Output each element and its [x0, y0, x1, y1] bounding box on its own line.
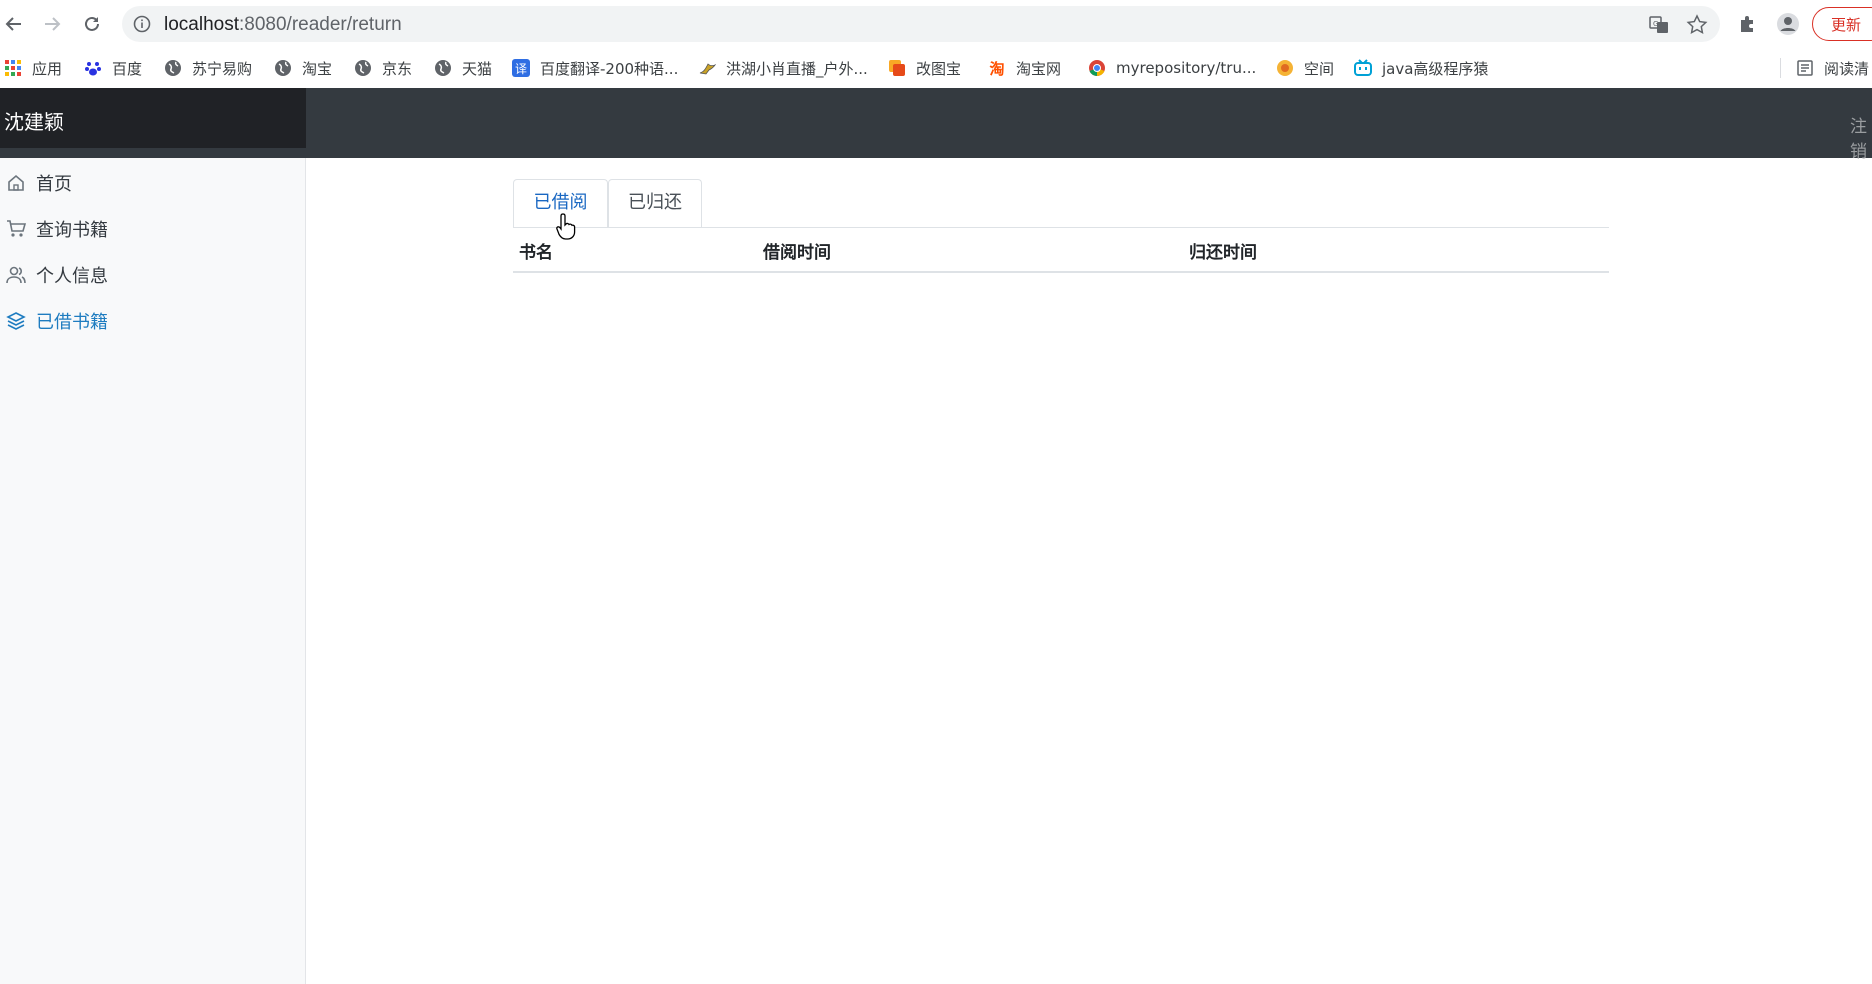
- bookmark-label: 淘宝: [302, 59, 333, 78]
- apps-grid-icon: [4, 59, 22, 77]
- bookmark-label: 空间: [1304, 59, 1335, 78]
- url-path: :8080/reader/return: [239, 14, 402, 35]
- bookmark-label: 百度: [112, 59, 143, 78]
- bookmark-label: myrepository/tru...: [1116, 59, 1257, 77]
- svg-text:译: 译: [515, 62, 527, 76]
- bookmark-label: 天猫: [462, 59, 493, 78]
- bookmark-label: 阅读清: [1824, 59, 1870, 78]
- bookmarks-divider: [1780, 58, 1781, 78]
- bookmark-label: 百度翻译-200种语...: [540, 59, 679, 78]
- bird-icon: [698, 59, 716, 77]
- bookmark-gaitubao[interactable]: 改图宝: [888, 48, 961, 88]
- bookmark-tmall[interactable]: 天猫: [434, 48, 492, 88]
- bookmarks-bar: 应用 百度 苏宁易购 淘宝 京东 天猫 译百度翻译-200种语... 洪湖小肖直…: [0, 48, 1872, 88]
- url-text[interactable]: localhost:8080/reader/return: [164, 14, 402, 36]
- sidebar-item-label: 个人信息: [36, 266, 108, 287]
- update-button[interactable]: 更新: [1812, 7, 1872, 41]
- bookmark-label: 改图宝: [916, 59, 962, 78]
- app-top-navbar: 注销: [306, 88, 1872, 162]
- profile-avatar-icon[interactable]: [1776, 12, 1800, 36]
- bookmark-label: 苏宁易购: [192, 59, 253, 78]
- bilibili-icon: [1354, 59, 1372, 77]
- translate-page-icon[interactable]: G: [1648, 14, 1670, 36]
- bookmark-taobao-net[interactable]: 淘淘宝网: [988, 48, 1061, 88]
- column-header-book-name: 书名: [513, 228, 757, 273]
- bookmark-qzone[interactable]: 空间: [1276, 48, 1334, 88]
- taobao-icon: 淘: [989, 59, 1005, 78]
- sidebar: 首页 查询书籍 个人信息 已借书籍: [0, 158, 306, 984]
- sidebar-item-borrowed-books[interactable]: 已借书籍: [0, 301, 108, 341]
- sidebar-item-profile[interactable]: 个人信息: [0, 255, 108, 295]
- translate-icon: 译: [512, 59, 530, 77]
- bookmark-taobao[interactable]: 淘宝: [274, 48, 332, 88]
- tab-returned[interactable]: 已归还: [608, 179, 702, 227]
- site-info-icon[interactable]: [132, 14, 152, 34]
- reading-list[interactable]: 阅读清: [1796, 48, 1869, 88]
- sidebar-item-label: 查询书籍: [36, 220, 108, 241]
- browser-toolbar: localhost:8080/reader/return G 更新: [0, 0, 1872, 48]
- bookmark-label: 京东: [382, 59, 413, 78]
- users-icon: [6, 266, 26, 284]
- globe-icon: [164, 59, 182, 77]
- globe-icon: [354, 59, 372, 77]
- home-icon: [8, 174, 24, 191]
- globe-icon: [434, 59, 452, 77]
- address-bar[interactable]: localhost:8080/reader/return G: [122, 6, 1720, 42]
- logout-link[interactable]: 注销: [1850, 112, 1872, 162]
- bookmark-baidu-translate[interactable]: 译百度翻译-200种语...: [512, 48, 678, 88]
- bookmark-label: 洪湖小肖直播_户外...: [726, 59, 868, 78]
- brand-user-name[interactable]: 沈建颖: [4, 106, 64, 135]
- table-header-row: 书名 借阅时间 归还时间: [513, 228, 1609, 273]
- chrome-icon: [1088, 59, 1106, 77]
- bookmark-java[interactable]: java高级程序猿: [1354, 48, 1488, 88]
- layers-icon: [6, 312, 26, 330]
- bookmark-myrepository[interactable]: myrepository/tru...: [1088, 48, 1256, 88]
- column-header-borrow-time: 借阅时间: [757, 228, 1183, 273]
- brand-underbar: [0, 148, 306, 158]
- bookmark-live[interactable]: 洪湖小肖直播_户外...: [698, 48, 868, 88]
- reading-list-icon: [1796, 59, 1814, 77]
- borrow-tabs: 已借阅 已归还: [513, 179, 1609, 228]
- bookmark-label: 应用: [32, 59, 63, 78]
- bookmark-baidu[interactable]: 百度: [84, 48, 142, 88]
- bookmark-star-icon[interactable]: [1686, 14, 1708, 36]
- column-header-return-time: 归还时间: [1183, 228, 1609, 273]
- sidebar-item-label: 首页: [36, 174, 72, 195]
- url-host: localhost: [164, 14, 239, 35]
- hand-pointer-icon: [556, 213, 576, 240]
- sidebar-item-search-books[interactable]: 查询书籍: [0, 209, 108, 249]
- reload-icon[interactable]: [78, 10, 106, 38]
- bookmark-jd[interactable]: 京东: [354, 48, 412, 88]
- bookmark-label: 淘宝网: [1016, 59, 1062, 78]
- orange-square-icon: [888, 59, 906, 77]
- cart-icon: [7, 220, 26, 237]
- bookmark-apps[interactable]: 应用: [4, 48, 62, 88]
- baidu-paw-icon: [84, 59, 102, 77]
- sidebar-item-home[interactable]: 首页: [0, 163, 72, 203]
- sidebar-item-label: 已借书籍: [36, 312, 108, 333]
- borrow-records-table: 书名 借阅时间 归还时间: [513, 228, 1609, 273]
- bookmark-suning[interactable]: 苏宁易购: [164, 48, 252, 88]
- qzone-icon: [1276, 59, 1294, 77]
- bookmark-label: java高级程序猿: [1382, 59, 1489, 78]
- globe-icon: [274, 59, 292, 77]
- forward-icon[interactable]: [38, 10, 66, 38]
- svg-text:G: G: [1653, 20, 1658, 28]
- brand-bar: 沈建颖: [0, 88, 306, 148]
- back-icon[interactable]: [0, 10, 28, 38]
- extensions-puzzle-icon[interactable]: [1736, 12, 1760, 36]
